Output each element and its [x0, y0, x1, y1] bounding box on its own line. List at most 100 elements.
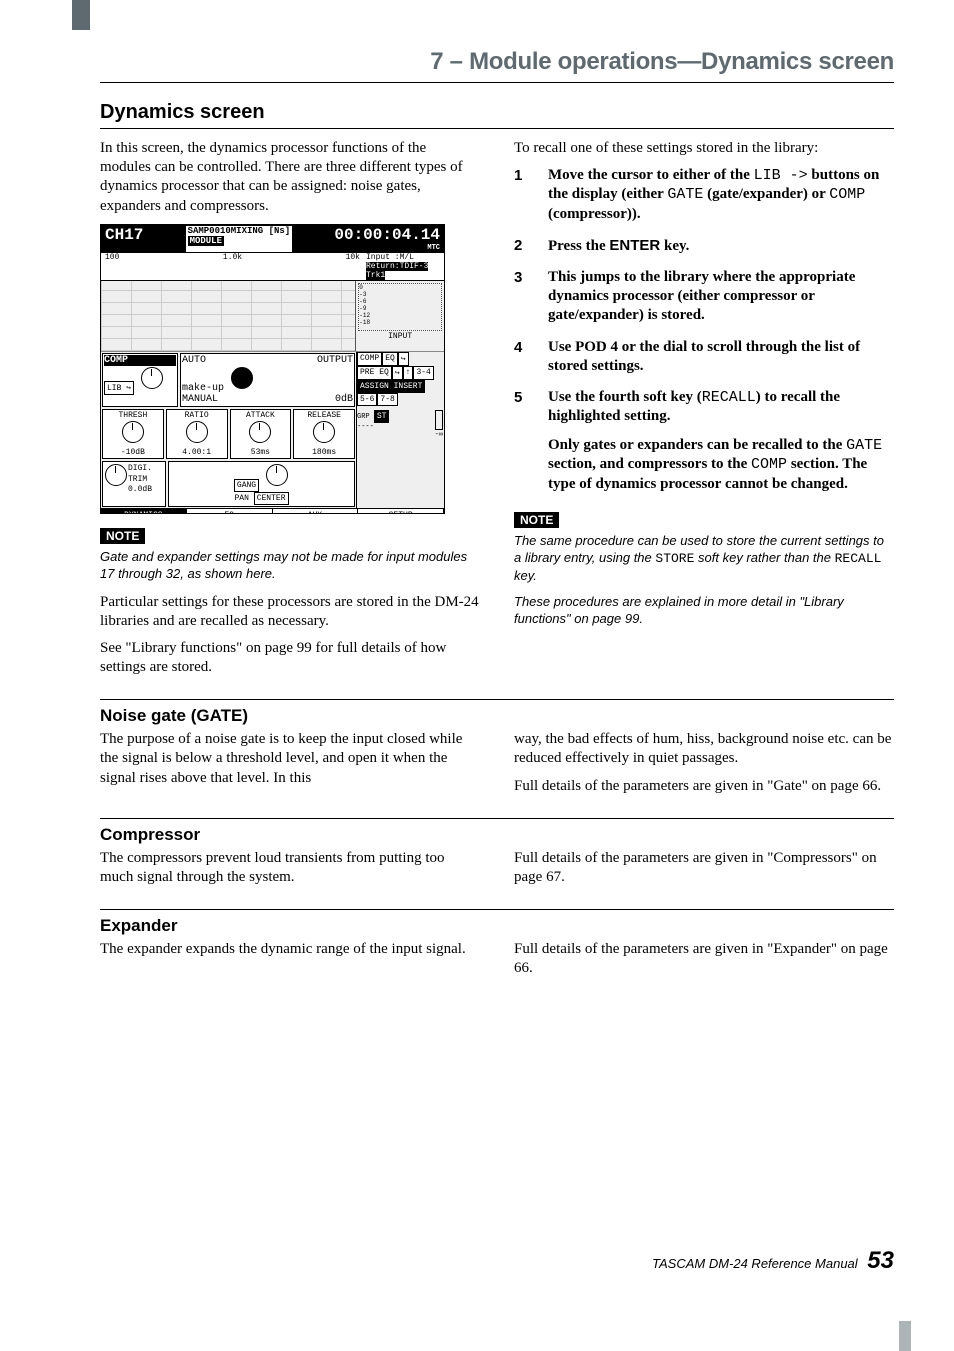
- page-number: 53: [867, 1247, 894, 1274]
- scr-rb: ↪: [398, 352, 409, 366]
- scr-right-col: COMP EQ ↪ PRE EQ ↪ ↑ 3-4 ASSIGN INSERT 5…: [357, 352, 443, 508]
- dynamics-left-col: In this screen, the dynamics processor f…: [100, 131, 480, 685]
- chapter-header: 7 – Module operations—Dynamics screen: [100, 20, 894, 83]
- scr-release-val: 180ms: [295, 448, 353, 457]
- scr-meters: 0-3-6-9-12-18 INPUT: [356, 281, 444, 351]
- scr-rb: ↑: [403, 366, 414, 380]
- scr-gang-pan: GANG PAN CENTER: [168, 461, 355, 507]
- scr-rb: 3-4: [413, 366, 433, 380]
- scr-ch: CH17: [105, 226, 143, 252]
- section-title-dynamics: Dynamics screen: [100, 101, 894, 129]
- step-5-body: Use the fourth soft key (RECALL) to reca…: [548, 388, 894, 494]
- scr-gang: GANG: [234, 479, 259, 492]
- page-edge-ornament: [899, 1321, 911, 1351]
- footer-text: TASCAM DM-24 Reference Manual: [652, 1256, 858, 1271]
- chapter-title: 7 – Module operations—Dynamics screen: [430, 48, 894, 76]
- scr-release: RELEASE 180ms: [293, 409, 355, 459]
- scr-attack-label: ATTACK: [232, 411, 290, 420]
- expander-columns: The expander expands the dynamic range o…: [100, 938, 894, 986]
- scr-comp-block: COMP LIB ↪: [102, 353, 178, 407]
- t: Use the fourth soft key (: [548, 389, 702, 405]
- divider: [100, 909, 894, 910]
- para3: See "Library functions" on page 99 for f…: [100, 639, 480, 677]
- subhead-compressor: Compressor: [100, 825, 894, 845]
- footer: TASCAM DM-24 Reference Manual 53: [100, 1247, 894, 1275]
- dynamics-screenshot: CH17 SAMP0010MIXING [Ns] MODULE 00:00:04…: [100, 224, 445, 514]
- step-2: 2 Press the ENTER key.: [514, 236, 894, 256]
- scr-scale1: 100: [105, 253, 119, 280]
- noisegate-right-p1: way, the bad effects of hum, hiss, backg…: [514, 730, 894, 768]
- scr-digi-val: 0.0dB: [104, 485, 164, 494]
- noisegate-left: The purpose of a noise gate is to keep t…: [100, 728, 480, 804]
- scr-tab-aux: AUX: [273, 509, 359, 514]
- step-5: 5 Use the fourth soft key (RECALL) to re…: [514, 388, 894, 494]
- t: soft key rather than the: [694, 550, 834, 565]
- scr-ioheader: 100 1.0k 10k Input :M/L Return:TDIF-3 Tr…: [101, 253, 444, 281]
- t-mono: GATE: [667, 186, 703, 203]
- scr-thresh: THRESH -10dB: [102, 409, 164, 459]
- scr-input-label: INPUT: [357, 332, 443, 341]
- step-number: 5: [514, 388, 532, 494]
- scr-input1: Input :M/L: [366, 253, 414, 262]
- knob-icon: [186, 421, 208, 443]
- step-4-body: Use POD 4 or the dial to scroll through …: [548, 338, 894, 376]
- knob-icon: [105, 464, 127, 486]
- knob-icon: [122, 421, 144, 443]
- scr-st: ST: [374, 410, 390, 423]
- divider: [100, 699, 894, 700]
- scr-ratio: RATIO 4.00:1: [166, 409, 228, 459]
- scr-module: MODULE: [188, 236, 224, 246]
- scr-0db: 0dB: [335, 394, 353, 405]
- knob-icon: [266, 464, 288, 486]
- scr-center: CENTER: [254, 492, 289, 505]
- dynamics-columns: In this screen, the dynamics processor f…: [100, 131, 894, 685]
- note1-text: Gate and expander settings may not be ma…: [100, 549, 480, 583]
- scr-comp-hdr: COMP: [104, 355, 176, 366]
- note2-text: The same procedure can be used to store …: [514, 533, 894, 585]
- note-tag-2: NOTE: [514, 512, 559, 528]
- scr-rb: COMP: [357, 352, 382, 366]
- subhead-noisegate: Noise gate (GATE): [100, 706, 894, 726]
- scr-scale2: 1.0k: [223, 253, 242, 280]
- step-3: 3 This jumps to the library where the ap…: [514, 268, 894, 326]
- scr-ratio-label: RATIO: [168, 411, 226, 420]
- t-mono: COMP: [751, 456, 787, 473]
- expander-right: Full details of the parameters are given…: [514, 938, 894, 986]
- scr-ratio-val: 4.00:1: [168, 448, 226, 457]
- compressor-left: The compressors prevent loud transients …: [100, 847, 480, 895]
- note-tag: NOTE: [100, 528, 145, 544]
- scr-dashes: ----: [357, 423, 443, 431]
- t: Move the cursor to either of the: [548, 167, 754, 183]
- knob-icon: [313, 421, 335, 443]
- scr-attack: ATTACK 53ms: [230, 409, 292, 459]
- dynamics-right-col: To recall one of these settings stored i…: [514, 131, 894, 685]
- t-key: ENTER: [609, 237, 660, 254]
- scr-comp-area: COMP LIB ↪ AUTO OUTPUT make-up: [101, 352, 444, 508]
- scr-attack-val: 53ms: [232, 448, 290, 457]
- scr-rb: PRE EQ: [357, 366, 392, 380]
- scr-manual: MANUAL: [182, 394, 218, 405]
- step-3-body: This jumps to the library where the appr…: [548, 268, 894, 326]
- steps-list: 1 Move the cursor to either of the LIB -…: [514, 166, 894, 494]
- scr-tab-dynamics: DYNAMICS: [101, 509, 187, 514]
- sidebar-ornament: [72, 0, 90, 30]
- compressor-right-p: Full details of the parameters are given…: [514, 849, 894, 887]
- step-4: 4 Use POD 4 or the dial to scroll throug…: [514, 338, 894, 376]
- knob-icon: [249, 421, 271, 443]
- note3-text: These procedures are explained in more d…: [514, 594, 894, 628]
- t: Press the: [548, 238, 609, 254]
- t-mono: RECALL: [835, 551, 882, 566]
- t-mono: RECALL: [702, 389, 756, 406]
- noisegate-right: way, the bad effects of hum, hiss, backg…: [514, 728, 894, 804]
- t: (compressor)).: [548, 206, 641, 222]
- scr-bottom-row: DIGI. TRIM 0.0dB GANG PAN CENTER: [101, 460, 356, 508]
- expander-left: The expander expands the dynamic range o…: [100, 938, 480, 986]
- scr-thresh-val: -10dB: [104, 448, 162, 457]
- scr-makeup: make-up: [182, 383, 224, 394]
- scr-tab-eq: EQ: [187, 509, 273, 514]
- noisegate-columns: The purpose of a noise gate is to keep t…: [100, 728, 894, 804]
- scr-time: 00:00:04.14: [334, 226, 440, 244]
- step-number: 4: [514, 338, 532, 376]
- scr-pan: PAN: [234, 494, 248, 503]
- compressor-columns: The compressors prevent loud transients …: [100, 847, 894, 895]
